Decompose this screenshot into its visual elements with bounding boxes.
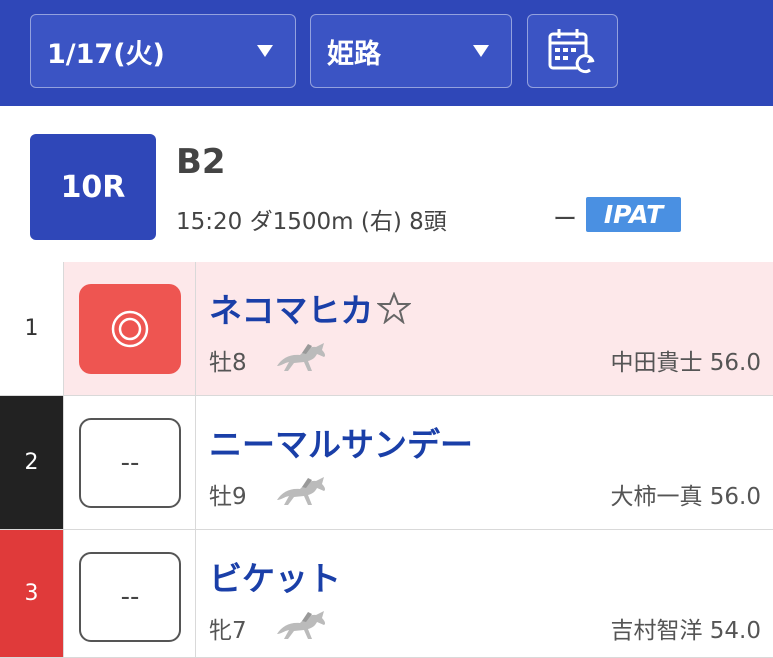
jockey-weight: 吉村智洋 54.0 xyxy=(610,618,761,644)
top-bar: 1/17(火) 姫路 xyxy=(0,0,773,106)
prediction-mark-button[interactable]: -- xyxy=(79,552,181,642)
horse-name-text: ネコマヒカ xyxy=(209,291,374,330)
horse-icon xyxy=(277,611,326,639)
chevron-down-icon xyxy=(473,45,489,57)
venue-select-value: 姫路 xyxy=(327,38,381,70)
double-circle-icon xyxy=(111,310,149,348)
sex-age: 牡8 xyxy=(209,350,247,376)
chevron-down-icon xyxy=(257,45,273,57)
entry-row[interactable]: 3 -- ビケット 牝7 吉村智洋 54.0 xyxy=(0,530,773,658)
race-number: 10R xyxy=(30,134,156,240)
prediction-mark-button[interactable] xyxy=(79,284,181,374)
horse-icon xyxy=(277,477,326,505)
horse-name[interactable]: ビケット xyxy=(209,552,341,600)
race-header: 10R B2 15:20 ダ1500m (右) 8頭 ー IPAT xyxy=(0,106,773,262)
horse-name[interactable]: ネコマヒカ xyxy=(209,284,413,332)
horse-number: 3 xyxy=(0,530,64,657)
race-status: ー xyxy=(553,205,577,233)
calendar-refresh-icon xyxy=(548,29,596,74)
horse-icon xyxy=(277,343,326,371)
prediction-mark-button[interactable]: -- xyxy=(79,418,181,508)
star-outline-icon[interactable] xyxy=(376,291,413,325)
sex-age: 牝7 xyxy=(209,618,247,644)
entry-row[interactable]: 1 ネコマヒカ 牡8 中田貴士 56.0 xyxy=(0,262,773,396)
mark-cell: -- xyxy=(64,396,196,529)
horse-number: 1 xyxy=(0,262,64,395)
horse-number: 2 xyxy=(0,396,64,529)
mark-cell xyxy=(64,262,196,395)
sex-age: 牡9 xyxy=(209,484,247,510)
jockey-weight: 中田貴士 56.0 xyxy=(610,350,761,376)
date-select-value: 1/17(火) xyxy=(47,38,165,70)
race-class: B2 xyxy=(176,142,226,182)
mark-cell: -- xyxy=(64,530,196,657)
venue-select[interactable]: 姫路 xyxy=(310,14,512,88)
jockey-weight: 大柿一真 56.0 xyxy=(610,484,761,510)
ipat-badge[interactable]: IPAT xyxy=(586,197,681,232)
date-select[interactable]: 1/17(火) xyxy=(30,14,296,88)
entry-row[interactable]: 2 -- ニーマルサンデー 牡9 大柿一真 56.0 xyxy=(0,396,773,530)
calendar-refresh-button[interactable] xyxy=(527,14,618,88)
horse-name[interactable]: ニーマルサンデー xyxy=(209,418,473,466)
race-info: 15:20 ダ1500m (右) 8頭 xyxy=(176,209,447,235)
